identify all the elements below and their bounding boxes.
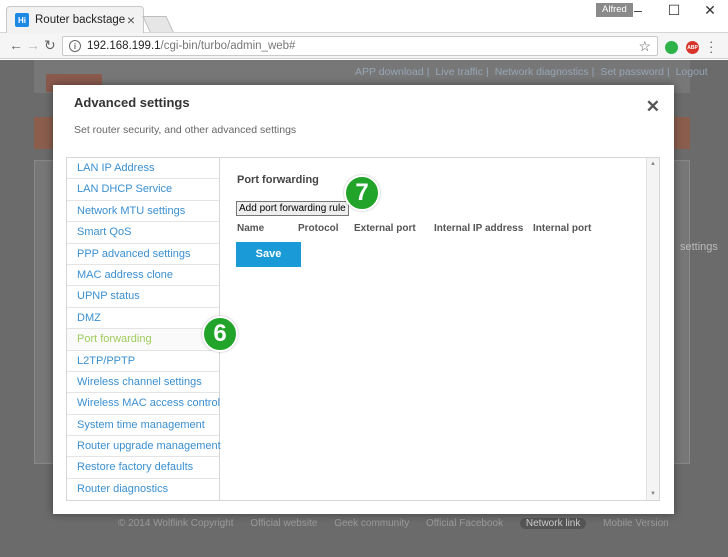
menu-item-port-forwarding[interactable]: Port forwarding <box>67 329 219 351</box>
step-badge-7: 7 <box>344 175 380 211</box>
advanced-settings-modal: Advanced settings Set router security, a… <box>53 85 674 514</box>
menu-item-wireless-channel-settings[interactable]: Wireless channel settings <box>67 372 219 394</box>
new-tab-button[interactable] <box>142 16 174 32</box>
menu-item-lan-ip-address[interactable]: LAN IP Address <box>67 158 219 180</box>
section-title: Port forwarding <box>237 174 319 186</box>
menu-item-restore-factory-defaults[interactable]: Restore factory defaults <box>67 457 219 479</box>
modal-title: Advanced settings <box>74 95 190 110</box>
bg-footer-copyright: © 2014 Wolflink Copyright <box>118 518 234 529</box>
tab-close-icon[interactable]: × <box>127 12 135 28</box>
bg-nav-app: APP download <box>355 66 424 78</box>
scroll-down-icon[interactable]: ▼ <box>650 491 656 497</box>
menu-item-network-mtu-settings[interactable]: Network MTU settings <box>67 201 219 223</box>
bg-footer-mobile: Mobile Version <box>603 518 669 529</box>
menu-item-system-time-management[interactable]: System time management <box>67 415 219 437</box>
scroll-up-icon[interactable]: ▲ <box>650 161 656 167</box>
bg-footer-facebook: Official Facebook <box>426 518 504 529</box>
column-protocol: Protocol <box>298 223 339 234</box>
column-external-port: External port <box>354 223 416 234</box>
extension-green-icon[interactable] <box>665 41 678 54</box>
url-text: 192.168.199.1/cgi-bin/turbo/admin_web# <box>87 40 295 52</box>
menu-item-router-diagnostics[interactable]: Router diagnostics <box>67 479 219 500</box>
bg-nav: APP download | Live traffic | Network diag… <box>355 66 708 78</box>
menu-item-mac-address-clone[interactable]: MAC address clone <box>67 265 219 287</box>
add-port-forwarding-rule-button[interactable]: Add port forwarding rule <box>236 201 349 216</box>
menu-item-ppp-advanced-settings[interactable]: PPP advanced settings <box>67 244 219 265</box>
bg-footer-network: Network link <box>519 518 587 529</box>
menu-item-wireless-mac-access-control[interactable]: Wireless MAC access control <box>67 393 220 415</box>
bg-nav-traffic: Live traffic <box>435 66 484 78</box>
back-icon[interactable]: ← <box>9 37 23 53</box>
bg-footer: © 2014 Wolflink Copyright Official websi… <box>118 518 683 529</box>
close-icon[interactable]: ✕ <box>646 97 660 117</box>
url-path: /cgi-bin/turbo/admin_web# <box>160 40 296 52</box>
menu-item-lan-dhcp-service[interactable]: LAN DHCP Service <box>67 179 219 201</box>
port-forwarding-panel: Port forwarding Add port forwarding rule… <box>220 157 660 501</box>
column-internal-port: Internal port <box>533 223 592 234</box>
browser-menu-icon[interactable]: · · · <box>709 35 713 58</box>
tab-title: Router backstage <box>35 14 126 26</box>
bg-nav-diagnostics: Network diagnostics <box>494 66 589 78</box>
menu-item-dmz[interactable]: DMZ <box>67 308 219 330</box>
menu-item-router-upgrade-management[interactable]: Router upgrade management <box>67 436 221 458</box>
column-internal-ip: Internal IP address <box>434 223 524 234</box>
browser-tab[interactable]: Hi Router backstage × <box>6 6 144 33</box>
bg-right-text: settings <box>680 241 718 253</box>
forward-icon[interactable]: → <box>26 37 40 53</box>
bg-footer-website: Official website <box>250 518 318 529</box>
bg-footer-community: Geek community <box>334 518 410 529</box>
menu-item-smart-qos[interactable]: Smart QoS <box>67 222 219 244</box>
modal-subtitle: Set router security, and other advanced … <box>74 124 297 136</box>
browser-toolbar: ← → ↻ i 192.168.199.1/cgi-bin/turbo/admi… <box>0 33 728 59</box>
step-badge-6: 6 <box>202 316 238 352</box>
address-bar[interactable]: i 192.168.199.1/cgi-bin/turbo/admin_web#… <box>62 36 658 56</box>
settings-menu: LAN IP Address LAN DHCP Service Network MT… <box>66 157 221 501</box>
bg-nav-password: Set password <box>600 66 664 78</box>
tab-favicon-icon: Hi <box>15 13 29 27</box>
browser-titlebar: Hi Router backstage × Alfred – ☐ ✕ <box>0 0 728 33</box>
save-button[interactable]: Save <box>236 242 301 267</box>
menu-item-l2tp-pptp[interactable]: L2TP/PPTP <box>67 351 219 372</box>
window-close-icon[interactable]: ✕ <box>692 1 728 19</box>
adblock-icon[interactable]: ABP <box>686 41 699 54</box>
column-name: Name <box>237 223 265 234</box>
maximize-icon[interactable]: ☐ <box>656 1 692 19</box>
bg-nav-logout: Logout <box>675 66 708 78</box>
scrollbar[interactable]: ▲ ▼ <box>646 158 659 500</box>
minimize-icon[interactable]: – <box>620 1 656 19</box>
menu-item-upnp-status[interactable]: UPNP status <box>67 286 219 308</box>
info-icon[interactable]: i <box>69 40 81 52</box>
reload-icon[interactable]: ↻ <box>44 37 56 54</box>
bookmark-star-icon[interactable]: ☆ <box>638 38 651 55</box>
url-host: 192.168.199.1 <box>87 40 161 52</box>
